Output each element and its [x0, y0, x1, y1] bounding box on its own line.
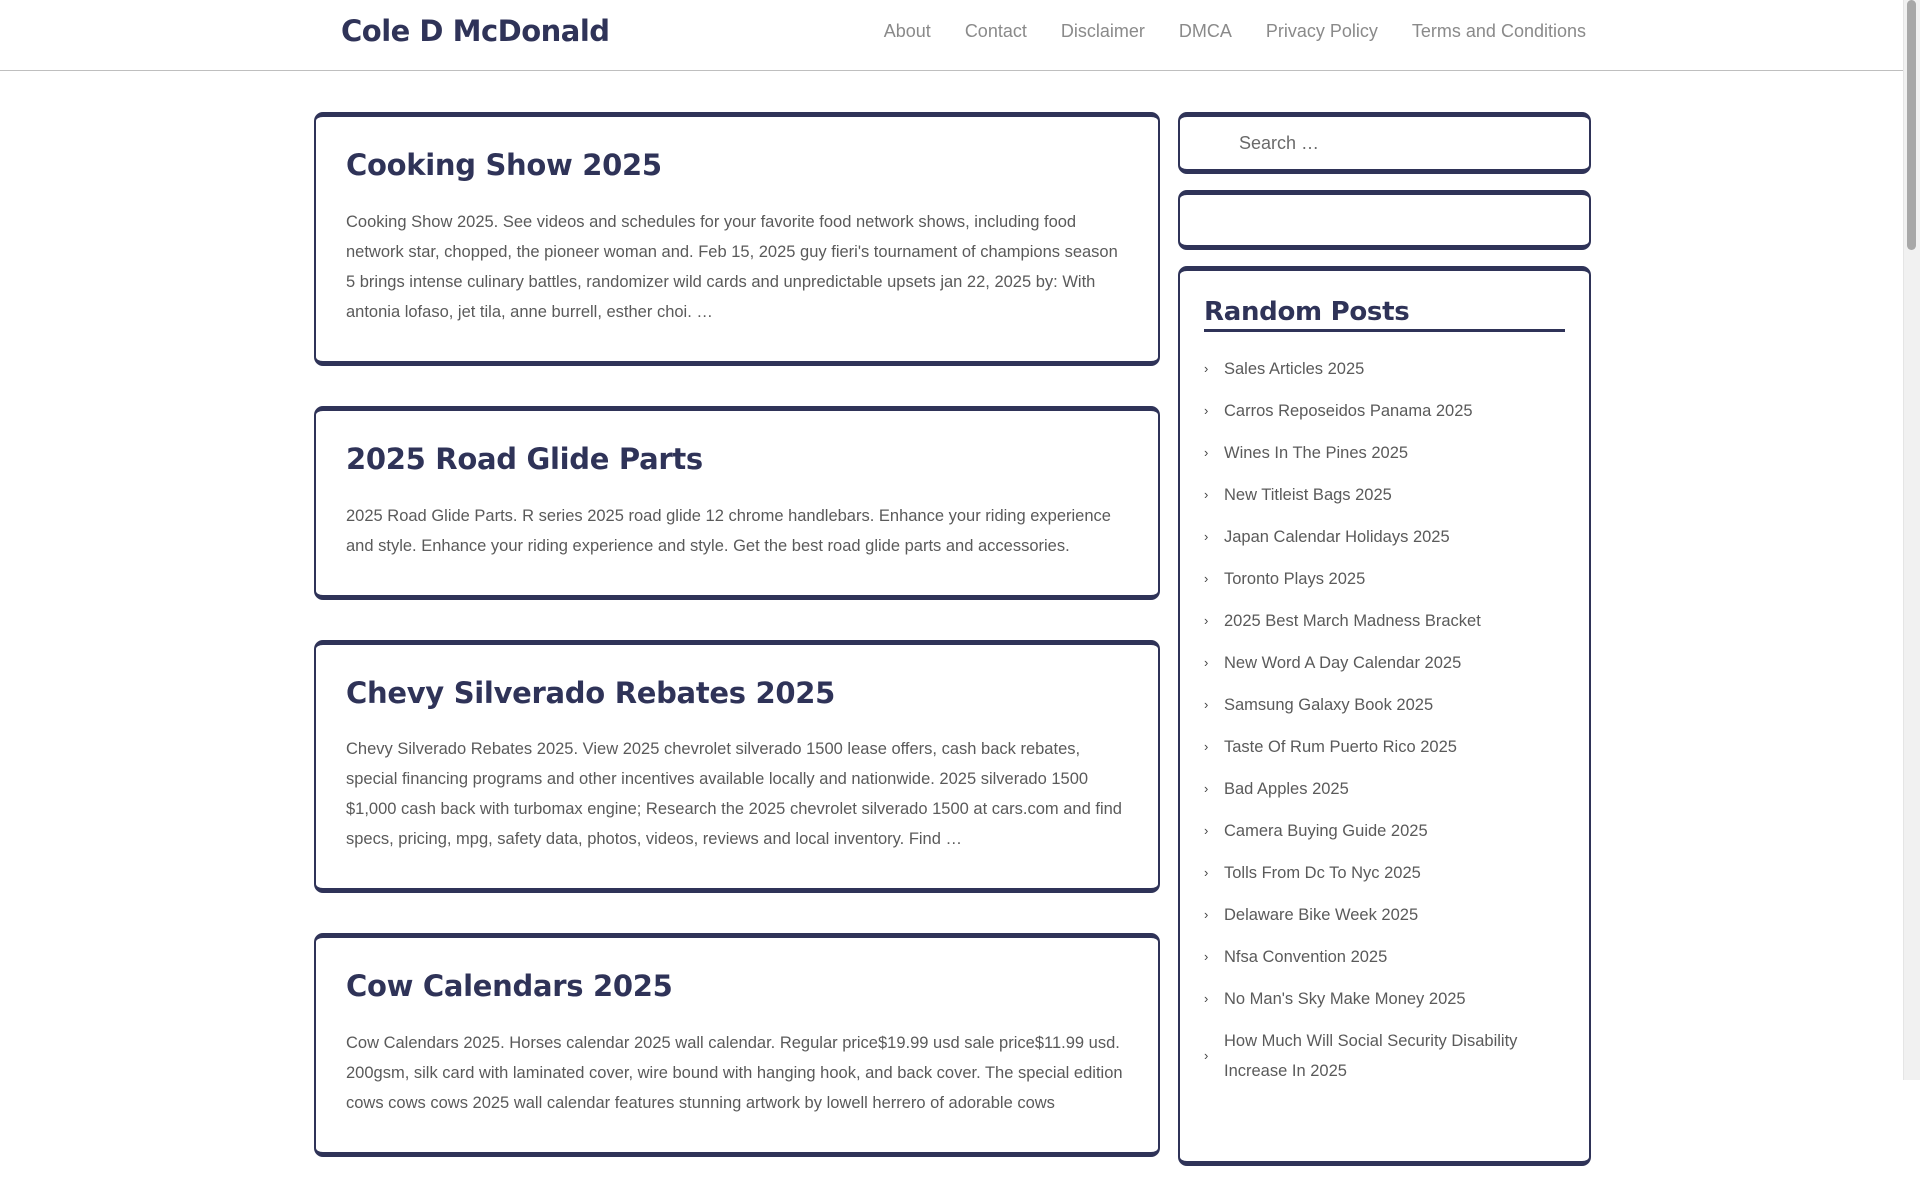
- post-title[interactable]: Cow Calendars 2025: [346, 969, 1128, 1004]
- nav-dmca[interactable]: DMCA: [1179, 21, 1232, 42]
- random-post-link[interactable]: Bad Apples 2025: [1224, 774, 1349, 804]
- list-item: › New Titleist Bags 2025: [1204, 474, 1565, 516]
- list-item: › Carros Reposeidos Panama 2025: [1204, 390, 1565, 432]
- post-excerpt: Chevy Silverado Rebates 2025. View 2025 …: [346, 740, 1122, 849]
- chevron-right-icon: ›: [1204, 445, 1209, 460]
- random-post-link[interactable]: No Man's Sky Make Money 2025: [1224, 984, 1466, 1014]
- chevron-right-icon: ›: [1204, 865, 1209, 880]
- list-item: › Samsung Galaxy Book 2025: [1204, 684, 1565, 726]
- nav-terms-and-conditions[interactable]: Terms and Conditions: [1412, 21, 1586, 42]
- search-widget: [1178, 112, 1591, 174]
- post-card: Cooking Show 2025 Cooking Show 2025. See…: [314, 112, 1160, 366]
- random-post-link[interactable]: New Word A Day Calendar 2025: [1224, 648, 1461, 678]
- random-post-link[interactable]: How Much Will Social Security Disability…: [1224, 1026, 1565, 1086]
- random-post-link[interactable]: Carros Reposeidos Panama 2025: [1224, 396, 1473, 426]
- page-scrollbar[interactable]: [1903, 0, 1920, 1080]
- random-post-link[interactable]: New Titleist Bags 2025: [1224, 480, 1392, 510]
- nav-disclaimer[interactable]: Disclaimer: [1061, 21, 1145, 42]
- chevron-right-icon: ›: [1204, 697, 1209, 712]
- chevron-right-icon: ›: [1204, 487, 1209, 502]
- random-post-link[interactable]: Delaware Bike Week 2025: [1224, 900, 1418, 930]
- list-item: › Bad Apples 2025: [1204, 768, 1565, 810]
- nav-privacy-policy[interactable]: Privacy Policy: [1266, 21, 1378, 42]
- chevron-right-icon: ›: [1204, 1048, 1209, 1063]
- random-post-link[interactable]: Toronto Plays 2025: [1224, 564, 1365, 594]
- list-item: › Japan Calendar Holidays 2025: [1204, 516, 1565, 558]
- random-post-link[interactable]: Japan Calendar Holidays 2025: [1224, 522, 1450, 552]
- list-item: › No Man's Sky Make Money 2025: [1204, 978, 1565, 1020]
- chevron-right-icon: ›: [1204, 739, 1209, 754]
- nav-about[interactable]: About: [884, 21, 931, 42]
- chevron-right-icon: ›: [1204, 571, 1209, 586]
- post-excerpt: Cow Calendars 2025. Horses calendar 2025…: [346, 1034, 1123, 1113]
- post-card: 2025 Road Glide Parts 2025 Road Glide Pa…: [314, 405, 1160, 600]
- empty-widget: [1178, 190, 1591, 250]
- list-item: › Nfsa Convention 2025: [1204, 936, 1565, 978]
- chevron-right-icon: ›: [1204, 991, 1209, 1006]
- post-excerpt: Cooking Show 2025. See videos and schedu…: [346, 212, 1118, 321]
- random-posts-list: › Sales Articles 2025 › Carros Reposeidos …: [1204, 348, 1565, 1086]
- list-item: › How Much Will Social Security Disabilit…: [1204, 1020, 1565, 1086]
- list-item: › New Word A Day Calendar 2025: [1204, 642, 1565, 684]
- chevron-right-icon: ›: [1204, 949, 1209, 964]
- random-post-link[interactable]: Wines In The Pines 2025: [1224, 438, 1408, 468]
- search-input[interactable]: [1180, 117, 1589, 169]
- random-post-link[interactable]: 2025 Best March Madness Bracket: [1224, 606, 1481, 636]
- random-posts-title: Random Posts: [1204, 297, 1565, 332]
- random-post-link[interactable]: Tolls From Dc To Nyc 2025: [1224, 858, 1421, 888]
- list-item: › Delaware Bike Week 2025: [1204, 894, 1565, 936]
- post-title[interactable]: Cooking Show 2025: [346, 148, 1128, 183]
- random-post-link[interactable]: Samsung Galaxy Book 2025: [1224, 690, 1433, 720]
- list-item: › Camera Buying Guide 2025: [1204, 810, 1565, 852]
- chevron-right-icon: ›: [1204, 361, 1209, 376]
- list-item: › Taste Of Rum Puerto Rico 2025: [1204, 726, 1565, 768]
- site-title[interactable]: Cole D McDonald: [341, 14, 610, 48]
- list-item: › Sales Articles 2025: [1204, 348, 1565, 390]
- main-nav: About Contact Disclaimer DMCA Privacy Po…: [884, 21, 1586, 42]
- chevron-right-icon: ›: [1204, 529, 1209, 544]
- random-post-link[interactable]: Sales Articles 2025: [1224, 354, 1364, 384]
- post-excerpt: 2025 Road Glide Parts. R series 2025 roa…: [346, 506, 1111, 555]
- site-header: Cole D McDonald About Contact Disclaimer…: [0, 0, 1904, 71]
- list-item: › Tolls From Dc To Nyc 2025: [1204, 852, 1565, 894]
- post-list: Cooking Show 2025 Cooking Show 2025. See…: [314, 112, 1160, 1197]
- sidebar: Random Posts › Sales Articles 2025 › Carro…: [1178, 112, 1591, 1166]
- chevron-right-icon: ›: [1204, 823, 1209, 838]
- random-post-link[interactable]: Camera Buying Guide 2025: [1224, 816, 1428, 846]
- chevron-right-icon: ›: [1204, 403, 1209, 418]
- chevron-right-icon: ›: [1204, 655, 1209, 670]
- random-post-link[interactable]: Taste Of Rum Puerto Rico 2025: [1224, 732, 1457, 762]
- post-card: Cow Calendars 2025 Cow Calendars 2025. H…: [314, 933, 1160, 1158]
- post-title[interactable]: Chevy Silverado Rebates 2025: [346, 676, 1128, 711]
- chevron-right-icon: ›: [1204, 907, 1209, 922]
- chevron-right-icon: ›: [1204, 613, 1209, 628]
- random-post-link[interactable]: Nfsa Convention 2025: [1224, 942, 1387, 972]
- scrollbar-thumb[interactable]: [1907, 0, 1916, 250]
- list-item: › 2025 Best March Madness Bracket: [1204, 600, 1565, 642]
- list-item: › Toronto Plays 2025: [1204, 558, 1565, 600]
- post-title[interactable]: 2025 Road Glide Parts: [346, 442, 1128, 477]
- nav-contact[interactable]: Contact: [965, 21, 1027, 42]
- list-item: › Wines In The Pines 2025: [1204, 432, 1565, 474]
- chevron-right-icon: ›: [1204, 781, 1209, 796]
- random-posts-widget: Random Posts › Sales Articles 2025 › Carro…: [1178, 266, 1591, 1166]
- post-card: Chevy Silverado Rebates 2025 Chevy Silve…: [314, 639, 1160, 894]
